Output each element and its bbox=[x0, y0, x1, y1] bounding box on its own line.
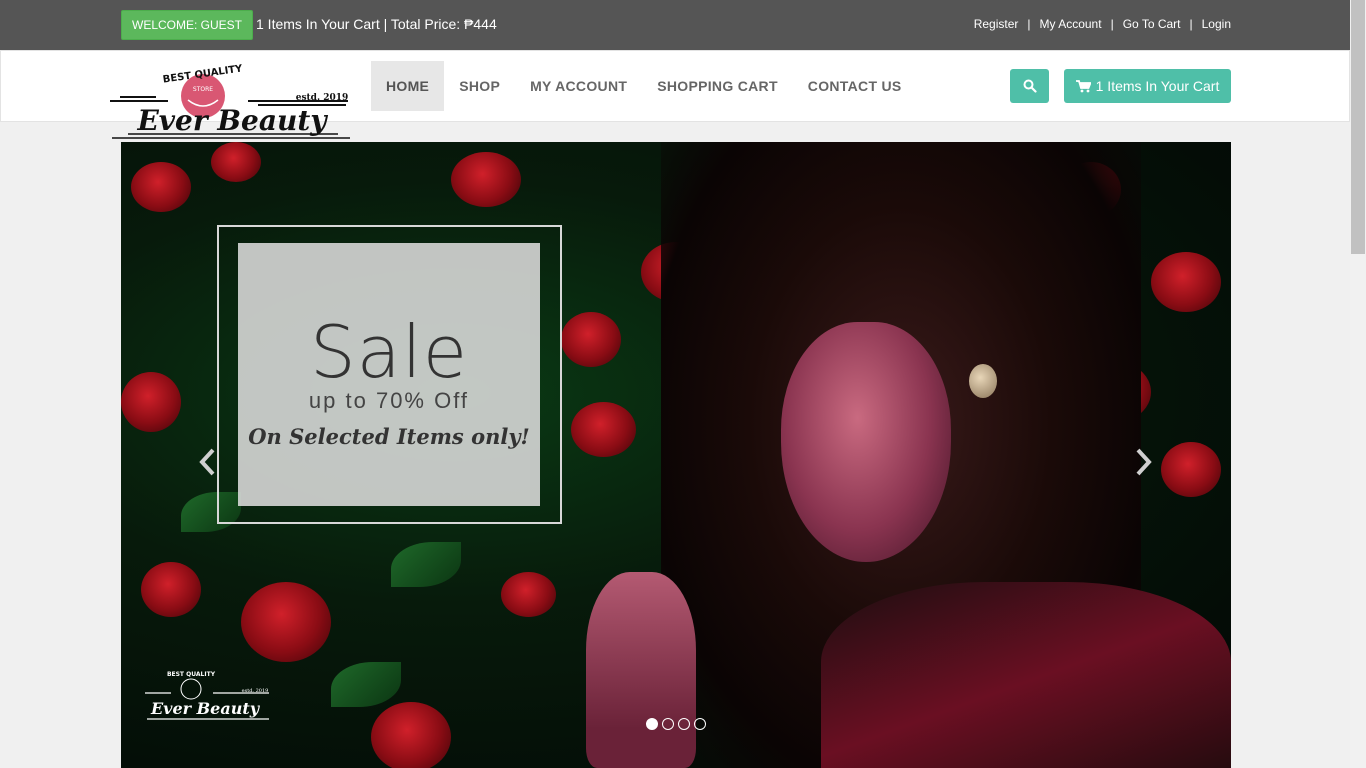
sale-subtitle: up to 70% Off bbox=[308, 388, 470, 413]
top-bar: WELCOME: GUEST 1 Items In Your Cart | To… bbox=[0, 0, 1350, 50]
carousel-indicator-2[interactable] bbox=[662, 718, 674, 730]
link-separator: | bbox=[1189, 17, 1193, 31]
go-to-cart-link[interactable]: Go To Cart bbox=[1123, 16, 1181, 32]
watermark-name-text: Ever Beauty bbox=[150, 699, 261, 718]
cart-icon bbox=[1075, 79, 1091, 92]
top-links: Register | My Account | Go To Cart | Log… bbox=[974, 16, 1231, 32]
my-account-link[interactable]: My Account bbox=[1040, 16, 1102, 32]
cart-button-label: 1 Items In Your Cart bbox=[1095, 78, 1220, 94]
rose-decoration bbox=[371, 702, 451, 768]
ever-beauty-logo: STORE BEST QUALITY estd. 2019 Ever Beaut… bbox=[110, 63, 350, 139]
rose-decoration bbox=[501, 572, 556, 617]
model-body bbox=[821, 582, 1231, 768]
rose-decoration bbox=[241, 582, 331, 662]
rose-decoration bbox=[131, 162, 191, 212]
nav-shop[interactable]: SHOP bbox=[444, 61, 515, 111]
watermark-est-text: estd. 2019 bbox=[242, 688, 269, 694]
cart-summary: 1 Items In Your Cart | Total Price: ₱444 bbox=[256, 16, 497, 32]
carousel-prev-button[interactable] bbox=[192, 442, 222, 482]
leaf-decoration bbox=[391, 542, 461, 587]
brand-logo[interactable]: STORE BEST QUALITY estd. 2019 Ever Beaut… bbox=[108, 63, 354, 144]
rose-decoration bbox=[1161, 442, 1221, 497]
logo-badge-text: STORE bbox=[193, 86, 213, 93]
link-separator: | bbox=[1027, 17, 1031, 31]
nav-my-account[interactable]: MY ACCOUNT bbox=[515, 61, 642, 111]
sale-title: Sale bbox=[309, 310, 469, 394]
watermark-logo-graphic: BEST QUALITY estd. 2019 Ever Beauty bbox=[145, 671, 269, 720]
logo-est-text: estd. 2019 bbox=[296, 93, 349, 103]
search-icon bbox=[1023, 79, 1037, 93]
carousel-indicators bbox=[646, 718, 706, 730]
nav-contact-us[interactable]: CONTACT US bbox=[793, 61, 917, 111]
rose-decoration bbox=[561, 312, 621, 367]
register-link[interactable]: Register bbox=[974, 16, 1019, 32]
nav-home[interactable]: HOME bbox=[371, 61, 445, 111]
logo-name-text: Ever Beauty bbox=[136, 104, 328, 137]
main-nav: HOME SHOP MY ACCOUNT SHOPPING CART CONTA… bbox=[371, 61, 917, 111]
carousel-next-button[interactable] bbox=[1129, 442, 1159, 482]
hero-carousel: Sale up to 70% Off On Selected Items onl… bbox=[121, 142, 1231, 768]
chevron-left-icon bbox=[199, 448, 215, 476]
sale-note: On Selected Items only! bbox=[248, 424, 530, 449]
carousel-indicator-1[interactable] bbox=[646, 718, 658, 730]
carousel-indicator-4[interactable] bbox=[694, 718, 706, 730]
model-face bbox=[781, 322, 951, 562]
welcome-badge: WELCOME: GUEST bbox=[121, 10, 254, 40]
rose-decoration bbox=[121, 372, 181, 432]
watermark-top-text: BEST QUALITY bbox=[167, 671, 216, 678]
rose-decoration bbox=[571, 402, 636, 457]
cart-button[interactable]: 1 Items In Your Cart bbox=[1064, 69, 1231, 103]
rose-decoration bbox=[451, 152, 521, 207]
search-button[interactable] bbox=[1010, 69, 1049, 103]
nav-shopping-cart[interactable]: SHOPPING CART bbox=[642, 61, 793, 111]
rose-decoration bbox=[141, 562, 201, 617]
rose-decoration bbox=[1151, 252, 1221, 312]
model-hand bbox=[586, 572, 696, 768]
chevron-right-icon bbox=[1136, 448, 1152, 476]
link-separator: | bbox=[1110, 17, 1114, 31]
scrollbar-thumb[interactable] bbox=[1351, 0, 1365, 254]
rose-decoration bbox=[211, 142, 261, 182]
login-link[interactable]: Login bbox=[1202, 16, 1231, 32]
watermark-logo: BEST QUALITY estd. 2019 Ever Beauty bbox=[143, 667, 273, 727]
carousel-indicator-3[interactable] bbox=[678, 718, 690, 730]
model-earring bbox=[969, 364, 997, 398]
leaf-decoration bbox=[331, 662, 401, 707]
